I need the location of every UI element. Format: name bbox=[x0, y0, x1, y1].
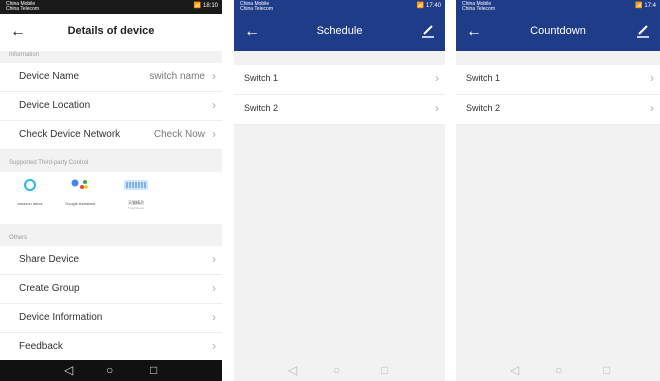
device-details-screen: China Mobile China Telecom 📶 18:10 ← Det… bbox=[0, 0, 222, 381]
edit-pencil-icon[interactable] bbox=[636, 23, 650, 41]
alexa-label: amazon alexa bbox=[17, 201, 43, 206]
countdown-screen: China Mobile China Telecom 📶 17:4 ← Coun… bbox=[456, 0, 660, 381]
row-label: Switch 2 bbox=[466, 103, 501, 113]
switch-2-row[interactable]: Switch 2 › bbox=[456, 95, 660, 125]
status-right: 📶 17:40 bbox=[416, 3, 441, 9]
section-label-others: Others bbox=[9, 235, 28, 241]
signal-icon: 📶 bbox=[416, 3, 425, 9]
section-label-information: Information bbox=[9, 52, 40, 58]
google-assistant-label: Google Assistant bbox=[64, 201, 96, 206]
chevron-right-icon: › bbox=[212, 69, 216, 83]
edit-pencil-icon[interactable] bbox=[421, 23, 435, 41]
google-assistant-icon bbox=[71, 179, 88, 189]
status-time: 17:40 bbox=[425, 3, 441, 9]
system-back-icon[interactable]: ◁ bbox=[288, 364, 297, 376]
schedule-screen: China Mobile China Telecom 📶 17:40 ← Sch… bbox=[234, 0, 445, 381]
status-bar: China Mobile China Telecom 📶 17:4 bbox=[456, 0, 660, 14]
page-title: Schedule bbox=[316, 25, 363, 37]
tmall-genie-sublabel: Tmall Genie bbox=[127, 206, 145, 210]
switch-1-row[interactable]: Switch 1 › bbox=[234, 65, 445, 95]
section-label-third-party: Supported Third-party Control bbox=[9, 160, 89, 166]
system-nav-bar: ◁ ○ □ bbox=[0, 360, 222, 381]
create-group-row[interactable]: Create Group › bbox=[0, 275, 222, 304]
row-label: Switch 1 bbox=[466, 73, 501, 83]
carrier-info: China Mobile China Telecom bbox=[6, 2, 39, 12]
carrier-info: China Mobile China Telecom bbox=[462, 2, 495, 12]
row-label: Device Location bbox=[19, 100, 91, 111]
switch-2-row[interactable]: Switch 2 › bbox=[234, 95, 445, 125]
share-device-row[interactable]: Share Device › bbox=[0, 246, 222, 275]
check-network-row[interactable]: Check Device Network Check Now › bbox=[0, 121, 222, 150]
system-home-icon[interactable]: ○ bbox=[333, 364, 340, 376]
carrier-2: China Telecom bbox=[240, 6, 273, 12]
row-label: Check Device Network bbox=[19, 129, 121, 140]
page-title: Countdown bbox=[530, 25, 586, 37]
header: ← Countdown bbox=[456, 14, 660, 51]
status-bar: China Mobile China Telecom 📶 18:10 bbox=[0, 0, 222, 14]
chevron-right-icon: › bbox=[212, 339, 216, 353]
system-recent-icon[interactable]: □ bbox=[150, 364, 157, 376]
switch-1-row[interactable]: Switch 1 › bbox=[456, 65, 660, 95]
carrier-info: China Mobile China Telecom bbox=[240, 2, 273, 12]
system-back-icon[interactable]: ◁ bbox=[64, 364, 73, 376]
system-nav-bar: ◁ ○ □ bbox=[234, 360, 445, 381]
check-now-link[interactable]: Check Now bbox=[154, 129, 205, 140]
chevron-right-icon: › bbox=[650, 71, 654, 85]
header: ← Schedule bbox=[234, 14, 445, 51]
chevron-right-icon: › bbox=[212, 252, 216, 266]
row-label: Device Information bbox=[19, 312, 103, 323]
system-home-icon[interactable]: ○ bbox=[555, 364, 562, 376]
row-label: Switch 1 bbox=[244, 73, 279, 83]
row-label: Share Device bbox=[19, 254, 80, 265]
device-information-row[interactable]: Device Information › bbox=[0, 304, 222, 333]
system-home-icon[interactable]: ○ bbox=[106, 364, 113, 376]
chevron-right-icon: › bbox=[212, 310, 216, 324]
row-label: Feedback bbox=[19, 341, 63, 352]
device-location-row[interactable]: Device Location › bbox=[0, 92, 222, 121]
chevron-right-icon: › bbox=[212, 281, 216, 295]
chevron-right-icon: › bbox=[435, 101, 439, 115]
tmall-genie-icon bbox=[124, 180, 148, 190]
status-time: 18:10 bbox=[202, 3, 218, 9]
device-name-row[interactable]: Device Name switch name › bbox=[0, 63, 222, 92]
system-recent-icon[interactable]: □ bbox=[603, 364, 610, 376]
carrier-2: China Telecom bbox=[462, 6, 495, 12]
alexa-item[interactable]: amazon alexa bbox=[8, 178, 52, 206]
row-label: Switch 2 bbox=[244, 103, 279, 113]
device-name-value: switch name bbox=[149, 71, 205, 82]
third-party-panel: amazon alexa Google Assistant 天猫精灵 Tmall… bbox=[0, 172, 222, 224]
system-back-icon[interactable]: ◁ bbox=[510, 364, 519, 376]
chevron-right-icon: › bbox=[435, 71, 439, 85]
row-label: Device Name bbox=[19, 71, 80, 82]
status-time: 17:4 bbox=[644, 3, 656, 9]
header: ← Details of device bbox=[0, 14, 222, 51]
google-assistant-item[interactable]: Google Assistant bbox=[58, 178, 102, 206]
chevron-right-icon: › bbox=[212, 98, 216, 112]
chevron-right-icon: › bbox=[212, 127, 216, 141]
status-right: 📶 17:4 bbox=[635, 3, 656, 9]
tmall-genie-item[interactable]: 天猫精灵 Tmall Genie bbox=[114, 178, 158, 210]
page-title: Details of device bbox=[67, 25, 155, 37]
status-bar: China Mobile China Telecom 📶 17:40 bbox=[234, 0, 445, 14]
system-recent-icon[interactable]: □ bbox=[381, 364, 388, 376]
chevron-right-icon: › bbox=[650, 101, 654, 115]
signal-icon: 📶 bbox=[635, 3, 643, 9]
carrier-2: China Telecom bbox=[6, 6, 39, 12]
alexa-icon bbox=[24, 179, 36, 191]
system-nav-bar: ◁ ○ □ bbox=[456, 360, 660, 381]
row-label: Create Group bbox=[19, 283, 80, 294]
signal-icon: 📶 bbox=[193, 3, 202, 9]
feedback-row[interactable]: Feedback › bbox=[0, 333, 222, 362]
status-right: 📶 18:10 bbox=[193, 3, 218, 9]
